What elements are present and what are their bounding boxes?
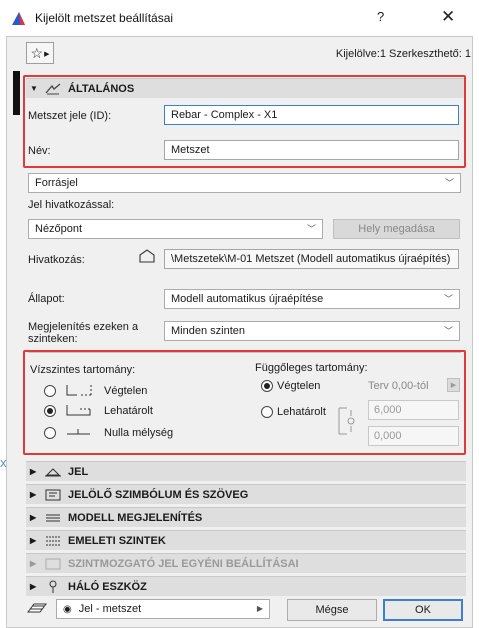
section-label: JELÖLŐ SZIMBÓLUM ÉS SZÖVEG xyxy=(68,488,249,501)
favorites-button[interactable]: ☆ ▶ xyxy=(26,42,54,64)
source-marker-value: Forrásjel xyxy=(35,177,78,189)
ok-button[interactable]: OK xyxy=(383,599,463,621)
ref-marker-label: Jel hivatkozással: xyxy=(28,199,115,211)
section-marker-header[interactable]: ▶ JEL xyxy=(26,461,466,481)
chevron-right-icon: ▶ xyxy=(30,536,37,545)
level-marker-icon xyxy=(44,558,62,570)
show-on-label: Megjelenítés ezeken a szinteken: xyxy=(28,321,139,343)
chevron-down-icon: ﹀ xyxy=(444,178,454,188)
section-label: HÁLÓ ESZKÖZ xyxy=(68,580,147,593)
section-grid-tool-header[interactable]: ▶ HÁLÓ ESZKÖZ xyxy=(26,576,466,596)
section-level-marker-header[interactable]: ▶ SZINTMOZGATÓ JEL EGYÉNI BEÁLLÍTÁSAI xyxy=(26,553,466,573)
locate-button[interactable]: Hely megadása xyxy=(333,219,460,239)
chevron-down-icon: ﹀ xyxy=(443,294,453,304)
section-floor-levels-header[interactable]: ▶ EMELETI SZINTEK xyxy=(26,530,466,550)
ref-marker-select[interactable]: Nézőpont ﹀ xyxy=(28,219,323,239)
chevron-right-icon: ▶ xyxy=(30,490,37,499)
model-display-icon xyxy=(44,512,62,524)
marker-icon xyxy=(44,467,62,477)
chevron-right-icon: ▶ xyxy=(30,467,37,476)
chevron-right-icon: ▶ xyxy=(30,559,37,568)
app-icon xyxy=(12,12,25,25)
chevron-right-icon: ▶ xyxy=(30,513,37,522)
section-label: MODELL MEGJELENÍTÉS xyxy=(68,511,203,524)
ref-marker-value: Nézőpont xyxy=(35,223,83,235)
symbol-text-icon xyxy=(44,489,62,501)
window-title: Kijelölt metszet beállításai xyxy=(35,11,174,25)
selection-info: Kijelölve:1 Szerkeszthető: 1 xyxy=(335,48,471,60)
chevron-down-icon: ﹀ xyxy=(306,224,316,234)
highlight-box-range xyxy=(23,350,466,455)
eye-icon: ◉ xyxy=(63,604,72,615)
x-mark: X xyxy=(0,459,7,470)
help-button[interactable]: ? xyxy=(377,9,384,24)
chevron-right-icon: ▶ xyxy=(256,604,263,613)
reference-field: \Metszetek\M-01 Metszet (Modell automati… xyxy=(164,249,459,269)
floor-levels-icon xyxy=(44,535,62,547)
section-label: SZINTMOZGATÓ JEL EGYÉNI BEÁLLÍTÁSAI xyxy=(68,557,299,570)
star-icon: ☆ xyxy=(30,44,44,61)
chevron-right-icon: ▶ xyxy=(30,582,37,591)
layers-icon xyxy=(27,603,47,613)
layer-value: Jel - metszet xyxy=(78,603,142,615)
highlight-box-general xyxy=(23,75,466,168)
annotation-bar xyxy=(13,71,20,115)
show-on-select[interactable]: Minden szinten ﹀ xyxy=(164,321,460,341)
section-label: JEL xyxy=(68,465,89,478)
cancel-button[interactable]: Mégse xyxy=(287,599,377,621)
source-marker-select[interactable]: Forrásjel ﹀ xyxy=(28,173,461,193)
close-button[interactable]: ✕ xyxy=(441,7,455,27)
layer-select[interactable]: ◉ Jel - metszet ▶ xyxy=(56,599,270,619)
arrow-right-icon: ▶ xyxy=(44,51,50,58)
section-symbol-text-header[interactable]: ▶ JELÖLŐ SZIMBÓLUM ÉS SZÖVEG xyxy=(26,484,466,504)
status-select[interactable]: Modell automatikus újraépítése ﹀ xyxy=(164,289,460,309)
reference-label: Hivatkozás: xyxy=(28,254,85,266)
home-icon xyxy=(139,249,155,263)
status-label: Állapot: xyxy=(28,293,65,305)
status-value: Modell automatikus újraépítése xyxy=(171,293,324,305)
chevron-down-icon: ﹀ xyxy=(443,326,453,336)
section-model-display-header[interactable]: ▶ MODELL MEGJELENÍTÉS xyxy=(26,507,466,527)
show-on-value: Minden szinten xyxy=(171,325,245,337)
window-title-bar: Kijelölt metszet beállításai ? ✕ xyxy=(0,0,479,36)
grid-tool-icon xyxy=(44,580,62,594)
section-label: EMELETI SZINTEK xyxy=(68,534,166,547)
